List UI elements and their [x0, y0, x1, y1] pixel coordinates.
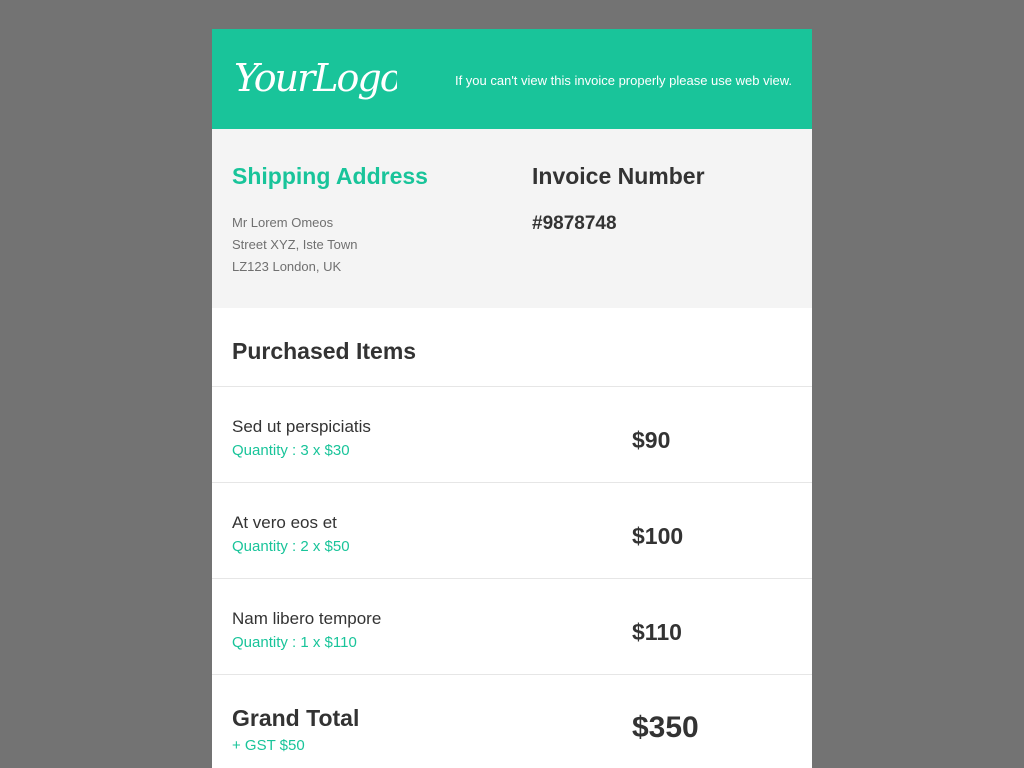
- web-view-note[interactable]: If you can't view this invoice properly …: [455, 73, 792, 88]
- purchased-items-header: Purchased Items: [212, 308, 812, 387]
- logo-text: YourLogo: [234, 56, 397, 100]
- invoice-card: YourLogo If you can't view this invoice …: [212, 29, 812, 768]
- grand-total-row: Grand Total + GST $50 $350: [212, 675, 812, 768]
- invoice-number-title: Invoice Number: [532, 163, 705, 189]
- brand-logo: YourLogo: [234, 56, 397, 100]
- shipping-address-line: LZ123 London, UK: [232, 259, 342, 274]
- line-item: Nam libero tempore Quantity : 1 x $110 $…: [212, 579, 812, 675]
- gst-note: + GST $50: [232, 737, 305, 754]
- item-name: At vero eos et: [232, 513, 337, 532]
- line-item: Sed ut perspiciatis Quantity : 3 x $30 $…: [212, 387, 812, 483]
- item-name: Nam libero tempore: [232, 609, 382, 628]
- item-price: $90: [632, 427, 671, 453]
- grand-total-amount: $350: [632, 711, 699, 744]
- item-quantity: Quantity : 1 x $110: [232, 634, 357, 651]
- shipping-address-line: Street XYZ, Iste Town: [232, 237, 358, 252]
- line-item: At vero eos et Quantity : 2 x $50 $100: [212, 483, 812, 579]
- item-price: $100: [632, 523, 684, 549]
- item-price: $110: [632, 619, 682, 645]
- address-section: Shipping Address Mr Lorem Omeos Street X…: [212, 129, 812, 308]
- invoice-header: YourLogo If you can't view this invoice …: [212, 29, 812, 129]
- grand-total-label: Grand Total: [232, 705, 360, 731]
- purchased-items-title: Purchased Items: [232, 338, 417, 364]
- shipping-address-line: Mr Lorem Omeos: [232, 215, 334, 230]
- item-quantity: Quantity : 2 x $50: [232, 538, 350, 555]
- item-quantity: Quantity : 3 x $30: [232, 442, 350, 459]
- invoice-number-value: #9878748: [532, 213, 617, 234]
- item-name: Sed ut perspiciatis: [232, 417, 371, 436]
- shipping-address-title: Shipping Address: [232, 163, 428, 189]
